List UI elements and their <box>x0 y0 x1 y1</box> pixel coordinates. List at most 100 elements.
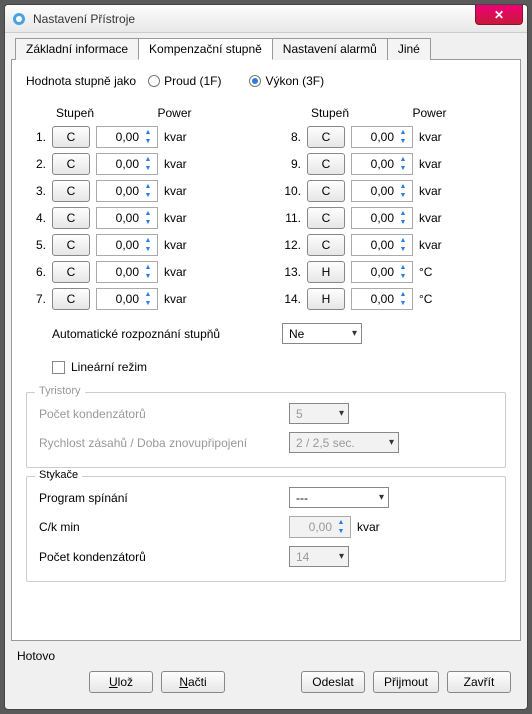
stage-type-button[interactable]: C <box>307 207 345 229</box>
stage-type-button[interactable]: C <box>52 207 90 229</box>
spin-down-icon[interactable]: ▼ <box>141 272 155 281</box>
thyristor-speed-label: Rychlost zásahů / Doba znovupřipojení <box>39 436 289 450</box>
close-button[interactable]: Zavřít <box>447 671 511 693</box>
tab-alarm-settings[interactable]: Nastavení alarmů <box>272 38 388 60</box>
stage-type-button[interactable]: C <box>307 126 345 148</box>
close-window-button[interactable]: ✕ <box>475 5 523 25</box>
auto-detect-combo[interactable]: Ne <box>282 323 362 344</box>
stage-type-button[interactable]: C <box>52 261 90 283</box>
power-input[interactable] <box>352 156 396 172</box>
auto-detect-row: Automatické rozpoznání stupňů Ne <box>26 323 506 344</box>
power-spinner[interactable]: ▲▼ <box>351 288 413 310</box>
stage-type-button[interactable]: C <box>52 126 90 148</box>
save-button[interactable]: Ulož <box>89 671 153 693</box>
power-unit: kvar <box>164 184 192 198</box>
power-input[interactable] <box>97 156 141 172</box>
spin-down-icon[interactable]: ▼ <box>396 245 410 254</box>
status-bar: Hotovo <box>11 641 521 667</box>
tab-other[interactable]: Jiné <box>387 38 431 60</box>
power-spinner[interactable]: ▲▼ <box>96 180 158 202</box>
spin-down-icon[interactable]: ▼ <box>396 164 410 173</box>
spin-up-icon[interactable]: ▲ <box>141 155 155 164</box>
power-input[interactable] <box>352 264 396 280</box>
stage-type-button[interactable]: C <box>52 180 90 202</box>
ck-input <box>290 519 334 535</box>
power-unit: kvar <box>419 157 447 171</box>
power-spinner[interactable]: ▲▼ <box>96 234 158 256</box>
power-input[interactable] <box>97 129 141 145</box>
spin-down-icon[interactable]: ▼ <box>141 299 155 308</box>
spin-down-icon[interactable]: ▼ <box>141 218 155 227</box>
power-spinner[interactable]: ▲▼ <box>96 288 158 310</box>
spin-down-icon[interactable]: ▼ <box>141 137 155 146</box>
power-spinner[interactable]: ▲▼ <box>351 234 413 256</box>
radio-power[interactable] <box>249 75 261 87</box>
ck-spinner: ▲▼ <box>289 516 351 538</box>
spin-down-icon[interactable]: ▼ <box>396 218 410 227</box>
power-spinner[interactable]: ▲▼ <box>351 261 413 283</box>
power-input[interactable] <box>97 210 141 226</box>
stage-number: 7. <box>26 292 46 306</box>
spin-up-icon[interactable]: ▲ <box>396 209 410 218</box>
power-input[interactable] <box>352 291 396 307</box>
power-spinner[interactable]: ▲▼ <box>351 126 413 148</box>
receive-button[interactable]: Přijmout <box>373 671 439 693</box>
power-spinner[interactable]: ▲▼ <box>96 126 158 148</box>
spin-up-icon[interactable]: ▲ <box>141 263 155 272</box>
load-button[interactable]: Načti <box>161 671 225 693</box>
header-stage: Stupeň <box>52 106 98 120</box>
spin-up-icon[interactable]: ▲ <box>141 182 155 191</box>
power-input[interactable] <box>97 264 141 280</box>
power-spinner[interactable]: ▲▼ <box>96 153 158 175</box>
spin-up-icon[interactable]: ▲ <box>396 155 410 164</box>
power-spinner[interactable]: ▲▼ <box>96 207 158 229</box>
stage-number: 9. <box>281 157 301 171</box>
tab-basic-info[interactable]: Základní informace <box>15 38 139 60</box>
power-spinner[interactable]: ▲▼ <box>351 207 413 229</box>
stage-type-button[interactable]: C <box>52 153 90 175</box>
linear-mode-checkbox[interactable] <box>52 361 65 374</box>
spin-down-icon[interactable]: ▼ <box>396 191 410 200</box>
power-spinner[interactable]: ▲▼ <box>96 261 158 283</box>
stage-type-button[interactable]: C <box>307 180 345 202</box>
spin-up-icon[interactable]: ▲ <box>141 128 155 137</box>
thyristors-group: Tyristory Počet kondenzátorů 5 Rychlost … <box>26 392 506 468</box>
spin-up-icon[interactable]: ▲ <box>396 182 410 191</box>
power-input[interactable] <box>352 129 396 145</box>
power-unit: kvar <box>164 157 192 171</box>
stage-type-button[interactable]: H <box>307 261 345 283</box>
stage-type-button[interactable]: C <box>307 234 345 256</box>
power-input[interactable] <box>352 210 396 226</box>
stage-type-button[interactable]: C <box>52 234 90 256</box>
spin-down-icon[interactable]: ▼ <box>141 164 155 173</box>
spin-down-icon[interactable]: ▼ <box>396 137 410 146</box>
spin-down-icon[interactable]: ▼ <box>141 191 155 200</box>
stage-type-button[interactable]: C <box>307 153 345 175</box>
stage-row: 6.C▲▼kvar <box>26 261 251 283</box>
stage-type-button[interactable]: H <box>307 288 345 310</box>
send-button[interactable]: Odeslat <box>301 671 365 693</box>
spin-down-icon[interactable]: ▼ <box>396 272 410 281</box>
spin-up-icon[interactable]: ▲ <box>396 236 410 245</box>
spin-up-icon[interactable]: ▲ <box>396 128 410 137</box>
power-input[interactable] <box>97 291 141 307</box>
spin-down-icon[interactable]: ▼ <box>396 299 410 308</box>
radio-current[interactable] <box>148 75 160 87</box>
power-input[interactable] <box>97 237 141 253</box>
power-spinner[interactable]: ▲▼ <box>351 180 413 202</box>
power-input[interactable] <box>352 183 396 199</box>
program-combo[interactable]: --- <box>289 487 389 508</box>
spin-down-icon[interactable]: ▼ <box>141 245 155 254</box>
spin-up-icon[interactable]: ▲ <box>396 290 410 299</box>
spin-up-icon[interactable]: ▲ <box>396 263 410 272</box>
spin-up-icon[interactable]: ▲ <box>141 209 155 218</box>
stage-type-button[interactable]: C <box>52 288 90 310</box>
stage-number: 2. <box>26 157 46 171</box>
spin-up-icon[interactable]: ▲ <box>141 290 155 299</box>
power-spinner[interactable]: ▲▼ <box>351 153 413 175</box>
power-input[interactable] <box>352 237 396 253</box>
tab-compensation-stages[interactable]: Kompenzační stupně <box>138 38 273 60</box>
power-input[interactable] <box>97 183 141 199</box>
spin-up-icon[interactable]: ▲ <box>141 236 155 245</box>
header-power: Power <box>98 106 251 120</box>
